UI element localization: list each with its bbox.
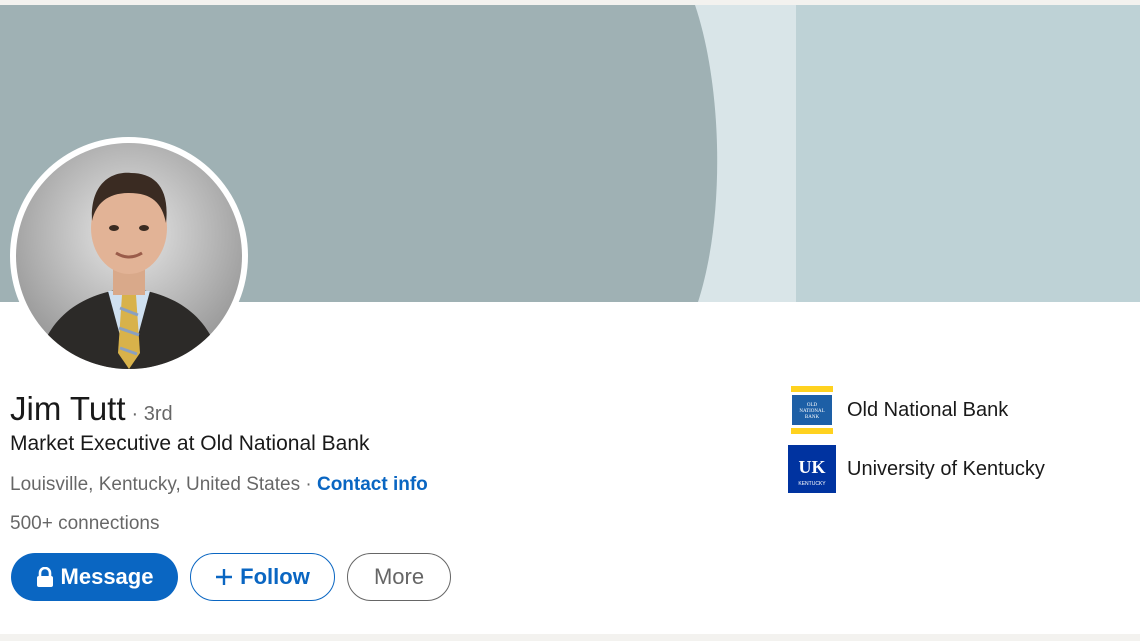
- lock-icon: [36, 567, 54, 587]
- follow-button-label: Follow: [240, 564, 310, 589]
- location-row: Louisville, Kentucky, United States · Co…: [10, 474, 428, 496]
- message-button-label: Message: [60, 564, 154, 589]
- plus-icon: [215, 568, 233, 586]
- follow-button[interactable]: Follow: [190, 553, 335, 601]
- connections-count: 500+ connections: [10, 513, 160, 534]
- university-of-kentucky-logo: UK KENTUCKY: [788, 445, 836, 493]
- old-national-bank-logo: OLD NATIONAL BANK: [788, 386, 836, 434]
- more-button[interactable]: More: [347, 553, 451, 601]
- name-row: Jim Tutt · 3rd: [10, 390, 173, 428]
- banner-right-panel: [796, 5, 1140, 302]
- profile-photo[interactable]: [10, 137, 248, 375]
- org-name: Old National Bank: [847, 398, 1009, 421]
- more-button-label: More: [373, 564, 425, 589]
- profile-name: Jim Tutt: [10, 390, 126, 427]
- svg-text:NATIONAL: NATIONAL: [799, 409, 824, 414]
- connection-degree: · 3rd: [131, 403, 173, 425]
- svg-text:OLD: OLD: [807, 403, 818, 408]
- experience-item-old-national-bank[interactable]: OLD NATIONAL BANK Old National Bank: [788, 386, 1008, 434]
- profile-photo-image: [16, 143, 242, 369]
- location-separator: ·: [305, 474, 312, 495]
- svg-text:BANK: BANK: [805, 415, 820, 420]
- bottom-divider: [0, 634, 1140, 641]
- profile-location: Louisville, Kentucky, United States: [10, 474, 301, 495]
- org-name: University of Kentucky: [847, 457, 1045, 480]
- svg-text:KENTUCKY: KENTUCKY: [798, 481, 826, 487]
- svg-text:UK: UK: [799, 457, 826, 477]
- message-button[interactable]: Message: [11, 553, 178, 601]
- education-item-university-of-kentucky[interactable]: UK KENTUCKY University of Kentucky: [788, 445, 1045, 493]
- profile-headline: Market Executive at Old National Bank: [10, 432, 370, 455]
- contact-info-link[interactable]: Contact info: [317, 474, 428, 495]
